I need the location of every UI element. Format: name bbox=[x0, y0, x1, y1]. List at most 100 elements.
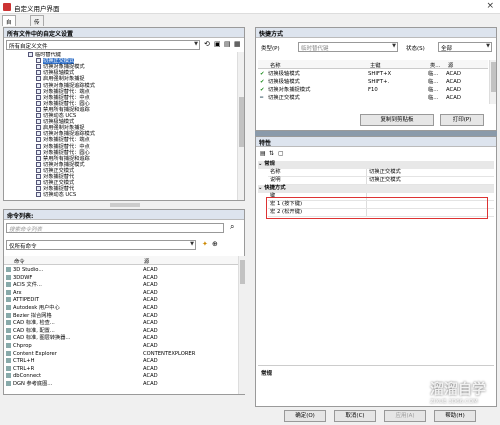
command-name: CAD 标准, 配置... bbox=[6, 327, 55, 335]
command-source: ACAD bbox=[143, 358, 158, 365]
dash-icon: ━ bbox=[260, 95, 264, 101]
shortcut-key: F10 bbox=[368, 87, 378, 93]
command-row[interactable]: CAD 标准, 检查... ACAD bbox=[6, 320, 234, 327]
load-file-icon[interactable]: ⟲ bbox=[204, 40, 210, 48]
col-shortcut-type[interactable]: 类... bbox=[430, 61, 440, 69]
command-row[interactable]: Bezier 拟合网格 ACAD bbox=[6, 312, 234, 320]
command-row[interactable]: 3D Studio... ACAD bbox=[6, 267, 234, 274]
command-name: Bezier 拟合网格 bbox=[6, 312, 52, 320]
command-name-text: DGN 参考底图... bbox=[13, 381, 53, 387]
command-name-text: CTRL+H bbox=[13, 358, 35, 365]
type-value: 临时替代键 bbox=[301, 46, 329, 52]
col-shortcut-key[interactable]: 主键 bbox=[370, 61, 381, 69]
command-name-text: dbConnect bbox=[13, 373, 42, 380]
shortcut-row[interactable]: ✔ 切换对象捕捉模式 F10 临... ACAD bbox=[258, 86, 488, 94]
shortcut-icon bbox=[36, 174, 41, 179]
shortcut-name: 切换极轴模式 bbox=[268, 71, 300, 77]
help-button[interactable]: 帮助(H) bbox=[434, 410, 476, 422]
property-pages-icon[interactable]: ▢ bbox=[278, 150, 284, 157]
new-command-icon[interactable]: ⊕ bbox=[212, 240, 218, 248]
print-button[interactable]: 打印(P) bbox=[440, 114, 484, 126]
command-row[interactable]: CAD 标准, 配置... ACAD bbox=[6, 327, 234, 335]
chevron-down-icon: ▼ bbox=[194, 41, 198, 47]
command-row[interactable]: Autodesk 用户中心 ACAD bbox=[6, 305, 234, 312]
save-all-icon[interactable]: ▤ bbox=[224, 40, 231, 48]
shortcut-icon bbox=[36, 125, 41, 131]
command-list-columns: 命令 源 bbox=[4, 256, 238, 265]
shortcut-row[interactable]: ✔ 切换极轴模式 SHIFT+. 临... ACAD bbox=[258, 78, 488, 86]
customizations-header: 所有文件中的自定义设置 bbox=[4, 28, 244, 38]
command-name: CAD 标准, 检查... bbox=[6, 320, 55, 327]
shortcut-row[interactable]: ━ 切换正交模式 临... ACAD bbox=[258, 94, 488, 102]
col-shortcut-source[interactable]: 源 bbox=[448, 61, 453, 69]
command-row[interactable]: CTRL+H ACAD bbox=[6, 358, 234, 365]
command-icon bbox=[6, 320, 11, 326]
shortcut-scroll-thumb[interactable] bbox=[491, 62, 496, 92]
property-row[interactable]: 说明 切换正交模式 bbox=[268, 177, 494, 185]
command-source: ACAD bbox=[143, 267, 158, 273]
command-source: ACAD bbox=[143, 305, 158, 311]
shortcut-icon bbox=[36, 88, 41, 94]
command-scroll-thumb[interactable] bbox=[240, 260, 245, 284]
apply-button[interactable]: 应用(A) bbox=[384, 410, 426, 422]
command-row[interactable]: Chprop ACAD bbox=[6, 343, 234, 350]
command-list-scrollbar[interactable] bbox=[238, 256, 245, 394]
star-icon[interactable]: ✦ bbox=[202, 240, 208, 248]
status-combo[interactable]: 全部 ▼ bbox=[438, 42, 492, 52]
command-row[interactable]: ATTIPEDIT ACAD bbox=[6, 297, 234, 304]
tree-scrollbar[interactable] bbox=[237, 52, 244, 200]
command-filter-combo[interactable]: 仅所有命令 ▼ bbox=[6, 240, 196, 250]
property-row[interactable]: 名称 切换正交模式 bbox=[268, 169, 494, 177]
col-command-name[interactable]: 命令 bbox=[14, 257, 25, 265]
command-icon bbox=[6, 373, 11, 379]
command-name-text: CAD 标准, 图层转换器... bbox=[13, 335, 71, 342]
tree-item[interactable]: 切换动态 UCS bbox=[36, 192, 76, 198]
save-icon[interactable]: ▣ bbox=[214, 40, 221, 48]
type-combo[interactable]: 临时替代键 ▼ bbox=[298, 42, 398, 52]
property-section[interactable]: ⌄ 快捷方式 bbox=[258, 185, 494, 193]
shortcut-row[interactable]: ✔ 切换极轴模式 SHIFT+X 临... ACAD bbox=[258, 70, 488, 78]
command-name-text: Bezier 拟合网格 bbox=[13, 312, 52, 319]
shortcut-key: SHIFT+X bbox=[368, 71, 392, 77]
shortcut-icon bbox=[36, 70, 41, 76]
copy-to-clipboard-button[interactable]: 复制到剪贴板 bbox=[360, 114, 434, 126]
tab-transfer[interactable]: 传输 bbox=[30, 15, 44, 34]
property-value[interactable]: 切换正交模式 bbox=[366, 177, 401, 184]
chevron-down-icon: ▼ bbox=[392, 43, 396, 49]
shortcut-icon bbox=[36, 186, 41, 192]
ok-button[interactable]: 确定(O) bbox=[284, 410, 326, 422]
search-icon[interactable]: ⌕ bbox=[230, 222, 234, 232]
tree-item-label: 对象捕捉替代：圆心 bbox=[43, 100, 90, 107]
shortcut-scrollbar[interactable] bbox=[489, 60, 496, 104]
shortcut-type: 临... bbox=[428, 71, 439, 77]
command-row[interactable]: 3DDWF ACAD bbox=[6, 274, 234, 282]
col-command-source[interactable]: 源 bbox=[144, 257, 149, 265]
command-name: Chprop bbox=[6, 343, 32, 350]
shortcut-source: ACAD bbox=[446, 95, 461, 101]
property-section[interactable]: ⌄ 常规 bbox=[258, 161, 494, 169]
shortcut-name: 切换正交模式 bbox=[268, 95, 300, 101]
command-source: ACAD bbox=[143, 365, 158, 372]
type-label: 类型(P) bbox=[261, 46, 280, 52]
close-icon[interactable]: × bbox=[486, 1, 494, 11]
cancel-button[interactable]: 取消(C) bbox=[334, 410, 376, 422]
command-row[interactable]: ACIS 文件... ACAD bbox=[6, 282, 234, 289]
tree-scroll-thumb[interactable] bbox=[239, 97, 244, 147]
command-name-text: Autodesk 用户中心 bbox=[13, 305, 60, 311]
col-shortcut-name[interactable]: 名称 bbox=[270, 61, 281, 69]
toggle-view-icon[interactable]: ▦ bbox=[234, 40, 241, 48]
categorized-icon[interactable]: ▤ bbox=[260, 150, 266, 157]
alphabetical-icon[interactable]: ⇅ bbox=[269, 150, 274, 157]
customization-file-combo[interactable]: 所有自定义文件 ▼ bbox=[6, 40, 200, 50]
panel-splitter[interactable] bbox=[110, 203, 140, 207]
property-value[interactable]: 切换正交模式 bbox=[366, 169, 401, 176]
command-row[interactable]: DGN 参考底图... ACAD bbox=[6, 381, 234, 388]
tree-item-label: 对象捕捉替代：中点 bbox=[43, 143, 90, 150]
command-row[interactable]: CAD 标准, 图层转换器... ACAD bbox=[6, 335, 234, 342]
command-row[interactable]: dbConnect ACAD bbox=[6, 373, 234, 380]
command-row[interactable]: CTRL+R ACAD bbox=[6, 365, 234, 373]
command-search-input[interactable]: 搜索命令列表 bbox=[6, 223, 224, 233]
command-row[interactable]: Arx ACAD bbox=[6, 289, 234, 297]
command-row[interactable]: Content Explorer CONTENTEXPLORER bbox=[6, 350, 234, 358]
tab-customize[interactable]: 自定义 bbox=[2, 15, 16, 42]
